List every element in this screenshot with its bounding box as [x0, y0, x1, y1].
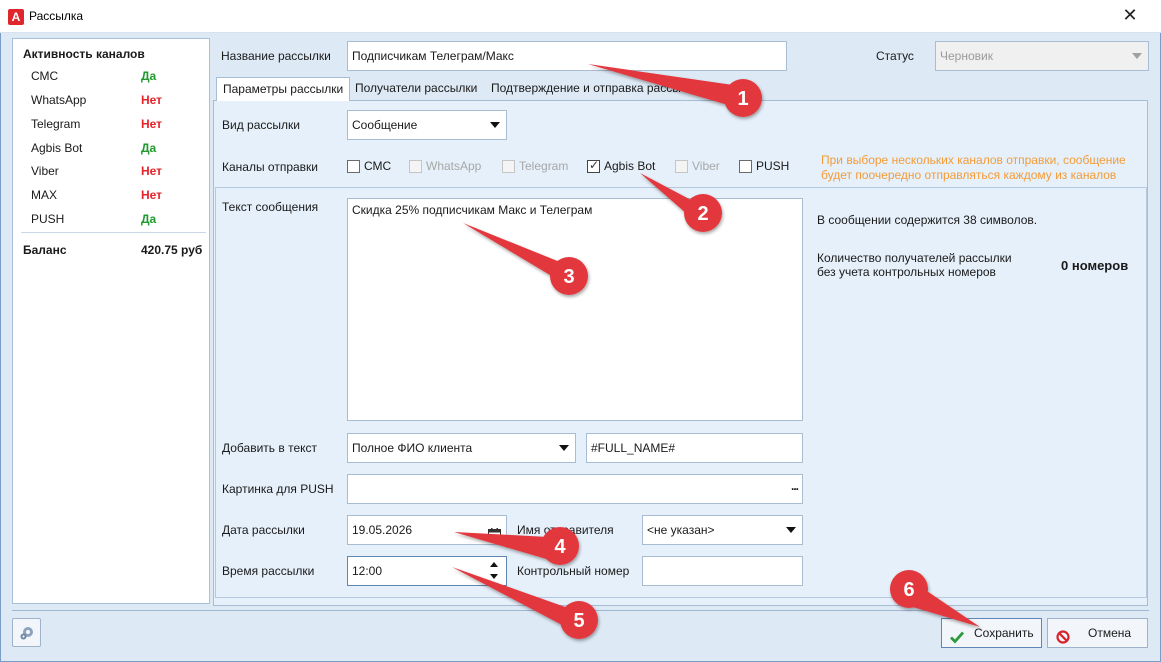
channels-panel-title: Активность каналов	[23, 47, 145, 61]
tab-confirmation[interactable]: Подтверждение и отправка рассы	[485, 77, 687, 100]
channel-checkbox-label: WhatsApp	[426, 159, 482, 173]
save-button-label: Сохранить	[974, 626, 1034, 640]
channel-status: Нет	[141, 117, 163, 131]
channel-checkbox-label: Telegram	[519, 159, 569, 173]
push-image-label: Картинка для PUSH	[222, 482, 334, 496]
browse-button[interactable]: ...	[791, 475, 799, 500]
recipients-count-value: 0 номеров	[1061, 258, 1129, 273]
channel-name: Viber	[31, 164, 59, 178]
add-to-text-value: Полное ФИО клиента	[352, 441, 473, 455]
mailing-date-label: Дата рассылки	[222, 523, 305, 537]
spin-up-icon[interactable]	[490, 562, 498, 567]
recipients-label-line2: без учета контрольных номеров	[817, 265, 996, 279]
channel-status: Нет	[141, 188, 163, 202]
channel-status: Да	[141, 141, 157, 155]
mailing-name-input[interactable]: Подписчикам Телеграм/Макс	[347, 41, 787, 71]
channel-checkbox-label[interactable]: СМС	[364, 159, 391, 173]
mailing-name-label: Название рассылки	[221, 49, 331, 63]
channel-status: Нет	[141, 93, 163, 107]
channel-checkbox[interactable]	[739, 160, 752, 173]
status-value: Черновик	[940, 49, 993, 63]
channel-checkbox	[409, 160, 422, 173]
window-title: Рассылка	[29, 9, 84, 23]
channel-name: СМС	[31, 69, 59, 83]
calendar-icon[interactable]	[488, 523, 501, 541]
sender-name-label: Имя отправителя	[517, 523, 614, 537]
send-channels-label: Каналы отправки	[222, 160, 319, 174]
channel-name: MAX	[31, 188, 58, 202]
channel-checkbox-label: Viber	[692, 159, 720, 173]
chevron-down-icon	[1132, 53, 1142, 59]
mailing-date-input[interactable]: 19.05.2026	[347, 515, 507, 545]
recipients-count-label: Количество получателей рассылки без учет…	[817, 251, 1012, 279]
chevron-down-icon	[490, 122, 500, 128]
save-button[interactable]: Сохранить	[941, 618, 1042, 648]
control-number-input[interactable]	[642, 556, 803, 586]
spin-down-icon[interactable]	[490, 574, 498, 579]
channel-checkbox	[675, 160, 688, 173]
symbols-count-info: В сообщении содержится 38 символов.	[817, 213, 1038, 227]
settings-button[interactable]	[12, 618, 41, 647]
channel-status: Да	[141, 212, 157, 226]
app-logo-icon: A	[8, 9, 24, 25]
cancel-icon	[1056, 626, 1070, 644]
chevron-down-icon	[786, 527, 796, 533]
cancel-button-label: Отмена	[1088, 626, 1132, 640]
cancel-button[interactable]: Отмена	[1047, 618, 1148, 648]
mailing-time-input[interactable]: 12:00	[347, 556, 507, 586]
recipients-label-line1: Количество получателей рассылки	[817, 251, 1012, 265]
channel-name: Agbis Bot	[31, 141, 83, 155]
tab-parameters[interactable]: Параметры рассылки	[216, 77, 351, 101]
add-to-text-token-input[interactable]: #FULL_NAME#	[586, 433, 803, 463]
channels-hint-line1: При выборе нескольких каналов отправки, …	[821, 153, 1126, 167]
sender-name-select[interactable]: <не указан>	[642, 515, 803, 545]
push-image-input[interactable]: ...	[347, 474, 803, 504]
panel-divider	[21, 232, 206, 233]
mailing-time-value: 12:00	[352, 564, 383, 578]
channels-hint-line2: будет поочередно отправляться каждому из…	[821, 168, 1117, 182]
channel-name: Telegram	[31, 117, 81, 131]
tab-recipients[interactable]: Получатели рассылки	[349, 77, 483, 100]
add-to-text-label: Добавить в текст	[222, 441, 317, 455]
channel-checkbox	[502, 160, 515, 173]
channel-name: WhatsApp	[31, 93, 87, 107]
control-number-label: Контрольный номер	[517, 564, 630, 578]
mailing-type-select[interactable]: Сообщение	[347, 110, 507, 140]
title-bar: A Рассылка ✕	[0, 0, 1161, 33]
balance-label: Баланс	[23, 243, 67, 257]
sender-name-value: <не указан>	[647, 523, 715, 537]
channel-checkbox[interactable]	[347, 160, 360, 173]
mailing-time-label: Время рассылки	[222, 564, 315, 578]
settings-icon	[19, 625, 35, 644]
close-icon[interactable]: ✕	[1119, 3, 1141, 27]
channel-name: PUSH	[31, 212, 65, 226]
channel-status: Нет	[141, 164, 163, 178]
channels-activity-panel: Активность каналов Баланс 420.75 руб СМС…	[12, 38, 210, 604]
footer-divider	[12, 610, 1149, 611]
channel-status: Да	[141, 69, 157, 83]
channel-checkbox[interactable]	[587, 158, 600, 173]
checkmark-icon	[950, 626, 965, 644]
chevron-down-icon	[559, 445, 569, 451]
channels-hint: При выборе нескольких каналов отправки, …	[821, 153, 1126, 183]
status-label: Статус	[876, 49, 914, 63]
message-text-label: Текст сообщения	[222, 200, 319, 214]
mailing-type-value: Сообщение	[352, 118, 418, 132]
channel-checkbox-label[interactable]: Agbis Bot	[604, 159, 655, 173]
mailing-type-label: Вид рассылки	[222, 118, 300, 132]
channel-checkbox-label[interactable]: PUSH	[756, 159, 789, 173]
balance-value: 420.75 руб	[141, 243, 203, 257]
status-select[interactable]: Черновик	[935, 41, 1149, 71]
mailing-date-value: 19.05.2026	[352, 523, 413, 537]
message-textarea[interactable]: Скидка 25% подписчикам Макс и Телеграм	[347, 198, 803, 421]
add-to-text-select[interactable]: Полное ФИО клиента	[347, 433, 576, 463]
